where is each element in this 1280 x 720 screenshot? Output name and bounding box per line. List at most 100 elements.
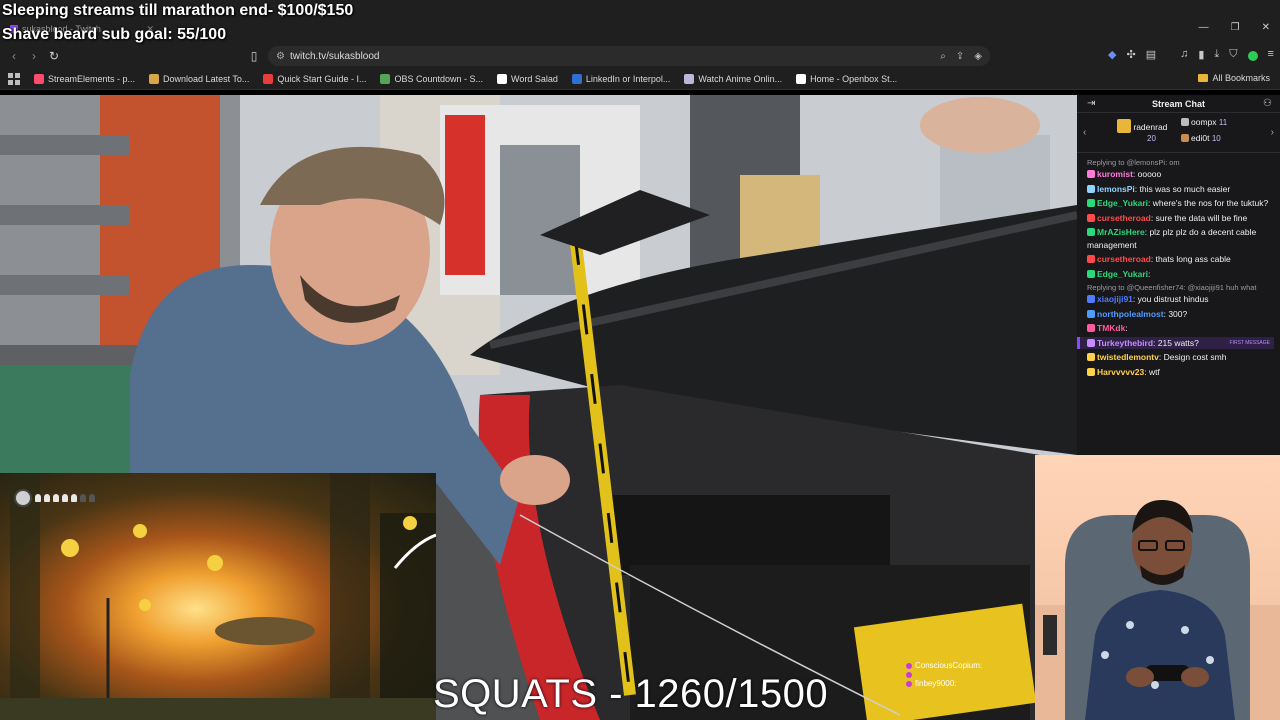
bookmark-item[interactable]: LinkedIn or Interpol... <box>571 73 671 84</box>
chat-username[interactable]: lemonsPi <box>1097 184 1135 194</box>
reload-icon[interactable]: ↻ <box>46 48 62 64</box>
chat-message: lemonsPi: this was so much easier <box>1087 183 1274 196</box>
gifter-1[interactable]: radenrad 20 <box>1117 119 1167 143</box>
chat-text: : <box>1148 268 1151 279</box>
chat-username[interactable]: kuromist <box>1097 169 1133 179</box>
chat-text: : 215 watts? <box>1153 337 1199 348</box>
leaderboard-prev-icon[interactable]: ‹ <box>1083 127 1086 138</box>
chat-message: cursetheroad: thats long ass cable <box>1087 253 1274 266</box>
chat-header: ⇥ Stream Chat ⚇ <box>1077 95 1280 113</box>
chat-badge-icon <box>1087 367 1095 376</box>
chat-badge-icon <box>1087 228 1095 236</box>
chat-text: : Design cost smh <box>1158 352 1227 362</box>
game-scene <box>0 473 436 720</box>
chat-message: TMKdk: <box>1087 322 1274 335</box>
bookmark-item[interactable]: Home - Openbox St... <box>796 73 898 84</box>
address-bar[interactable]: ⚙ twitch.tv/sukasblood ⌕ ⇪ ◈ <box>268 46 990 66</box>
chat-username[interactable]: Turkeythebird <box>1097 338 1153 348</box>
chat-text: : sure the data will be fine <box>1150 212 1248 223</box>
chat-username[interactable]: TMKdk <box>1097 323 1125 333</box>
viewer-dot-icon <box>906 672 912 678</box>
chat-message: cursetheroad: sure the data will be fine <box>1087 212 1274 225</box>
gifter-3-count: 10 <box>1211 134 1221 143</box>
all-bookmarks-button[interactable]: All Bookmarks <box>1198 73 1270 83</box>
chat-username[interactable]: northpolealmost <box>1097 309 1164 319</box>
chat-title: Stream Chat <box>1151 99 1205 109</box>
bookmark-favicon-icon <box>796 73 807 84</box>
chat-username[interactable]: twistedlemontv <box>1097 352 1159 362</box>
minimize-icon[interactable]: — <box>1199 22 1209 33</box>
bookmark-favicon-icon <box>34 73 44 84</box>
chat-badge-icon <box>1087 184 1095 193</box>
chat-text: : this was so much easier <box>1134 183 1231 194</box>
shield-icon[interactable]: ◈ <box>974 51 982 62</box>
all-bookmarks-label: All Bookmarks <box>1212 73 1270 83</box>
menu-icon[interactable]: ≡ <box>1268 48 1274 64</box>
chat-badge-icon <box>1087 295 1095 303</box>
bookmark-page-icon[interactable]: ▯ <box>246 48 262 64</box>
extension-icon[interactable]: ◆ <box>1108 48 1116 64</box>
health-mask-icon <box>35 494 41 502</box>
close-window-icon[interactable]: ✕ <box>1262 22 1270 33</box>
zoom-icon[interactable]: ⌕ <box>940 51 946 62</box>
bookmark-label: Quick Start Guide - I... <box>277 73 367 84</box>
chat-text: : you distrust hindus <box>1132 294 1209 304</box>
chat-username[interactable]: xiaojiji91 <box>1097 294 1133 304</box>
first-message-tag: FIRST MESSAGE <box>1229 339 1270 346</box>
apps-grid-icon[interactable] <box>8 72 20 85</box>
bookmark-favicon-icon <box>380 73 391 84</box>
bookmark-item[interactable]: Download Latest To... <box>149 73 250 84</box>
bookmark-label: LinkedIn or Interpol... <box>585 73 671 84</box>
chat-username[interactable]: Harvvvvv23 <box>1097 367 1144 377</box>
reader-icon[interactable]: ▤ <box>1146 48 1156 64</box>
bookmark-label: Download Latest To... <box>163 73 250 84</box>
viewer-dot-icon <box>906 663 912 669</box>
chat-badge-icon <box>1087 324 1095 332</box>
puzzle-icon[interactable]: ✣ <box>1126 48 1135 64</box>
chat-username[interactable]: cursetheroad <box>1097 213 1151 223</box>
chat-text: : wtf <box>1144 366 1160 377</box>
sidebar-icon[interactable]: ▮ <box>1198 48 1204 64</box>
chat-message: northpolealmost: 300? <box>1087 308 1274 321</box>
bookmark-item[interactable]: StreamElements - p... <box>34 73 135 84</box>
health-mask-icon <box>62 494 68 502</box>
music-icon[interactable]: ♫ <box>1180 48 1188 64</box>
extensions-bar: ◆ ✣ ▤ ♫ ▮ ⤓ ⛉ ≡ <box>1108 48 1274 64</box>
shield-vpn-icon[interactable]: ⛉ <box>1229 48 1237 64</box>
chat-username[interactable]: cursetheroad <box>1097 254 1151 264</box>
chat-reply-context: Replying to @lemonsPi: om <box>1087 158 1180 167</box>
maximize-icon[interactable]: ❐ <box>1231 22 1240 33</box>
bookmark-item[interactable]: Quick Start Guide - I... <box>263 73 367 84</box>
chat-username[interactable]: MrAZisHere <box>1097 227 1145 237</box>
stream-chat-panel: ⇥ Stream Chat ⚇ ‹ radenrad 20 oompx 11 e… <box>1077 95 1280 455</box>
viewer-name: ConsciousCopium: <box>915 661 983 670</box>
download-icon[interactable]: ⤓ <box>1214 48 1219 64</box>
chat-username[interactable]: Edge_Yukari <box>1097 198 1148 208</box>
bookmark-favicon-icon <box>149 73 160 84</box>
share-icon[interactable]: ⇪ <box>956 51 964 62</box>
bookmark-favicon-icon <box>263 73 274 84</box>
bookmark-favicon-icon <box>497 73 507 84</box>
leaderboard-next-icon[interactable]: › <box>1271 127 1274 138</box>
health-mask-empty-icon <box>89 494 95 502</box>
chat-text: : ooooo <box>1132 169 1162 179</box>
site-info-icon[interactable]: ⚙ <box>276 51 290 62</box>
gifter-2[interactable]: oompx 11 <box>1181 117 1227 127</box>
webcam-scene <box>1035 500 1280 720</box>
profile-avatar[interactable] <box>1247 51 1258 61</box>
bookmark-item[interactable]: Watch Anime Onlin... <box>684 73 782 84</box>
chat-username[interactable]: Edge_Yukari <box>1097 269 1148 279</box>
gifter-3[interactable]: edi0t 10 <box>1181 133 1221 143</box>
chat-text: : where's the nos for the tuktuk? <box>1148 198 1269 208</box>
gift-icon <box>1117 119 1131 133</box>
bookmark-label: Home - Openbox St... <box>810 73 898 84</box>
gifter-1-name: radenrad <box>1133 122 1168 132</box>
forward-icon[interactable]: › <box>26 48 42 64</box>
bookmark-item[interactable]: OBS Countdown - S... <box>380 73 483 84</box>
bookmark-item[interactable]: Word Salad <box>497 73 558 84</box>
chat-users-icon[interactable]: ⚇ <box>1263 98 1272 109</box>
viewer-entry: ConsciousCopium: <box>906 660 982 672</box>
chat-badge-icon <box>1087 338 1095 347</box>
bookmark-label: Word Salad <box>511 73 558 84</box>
back-icon[interactable]: ‹ <box>6 48 22 64</box>
